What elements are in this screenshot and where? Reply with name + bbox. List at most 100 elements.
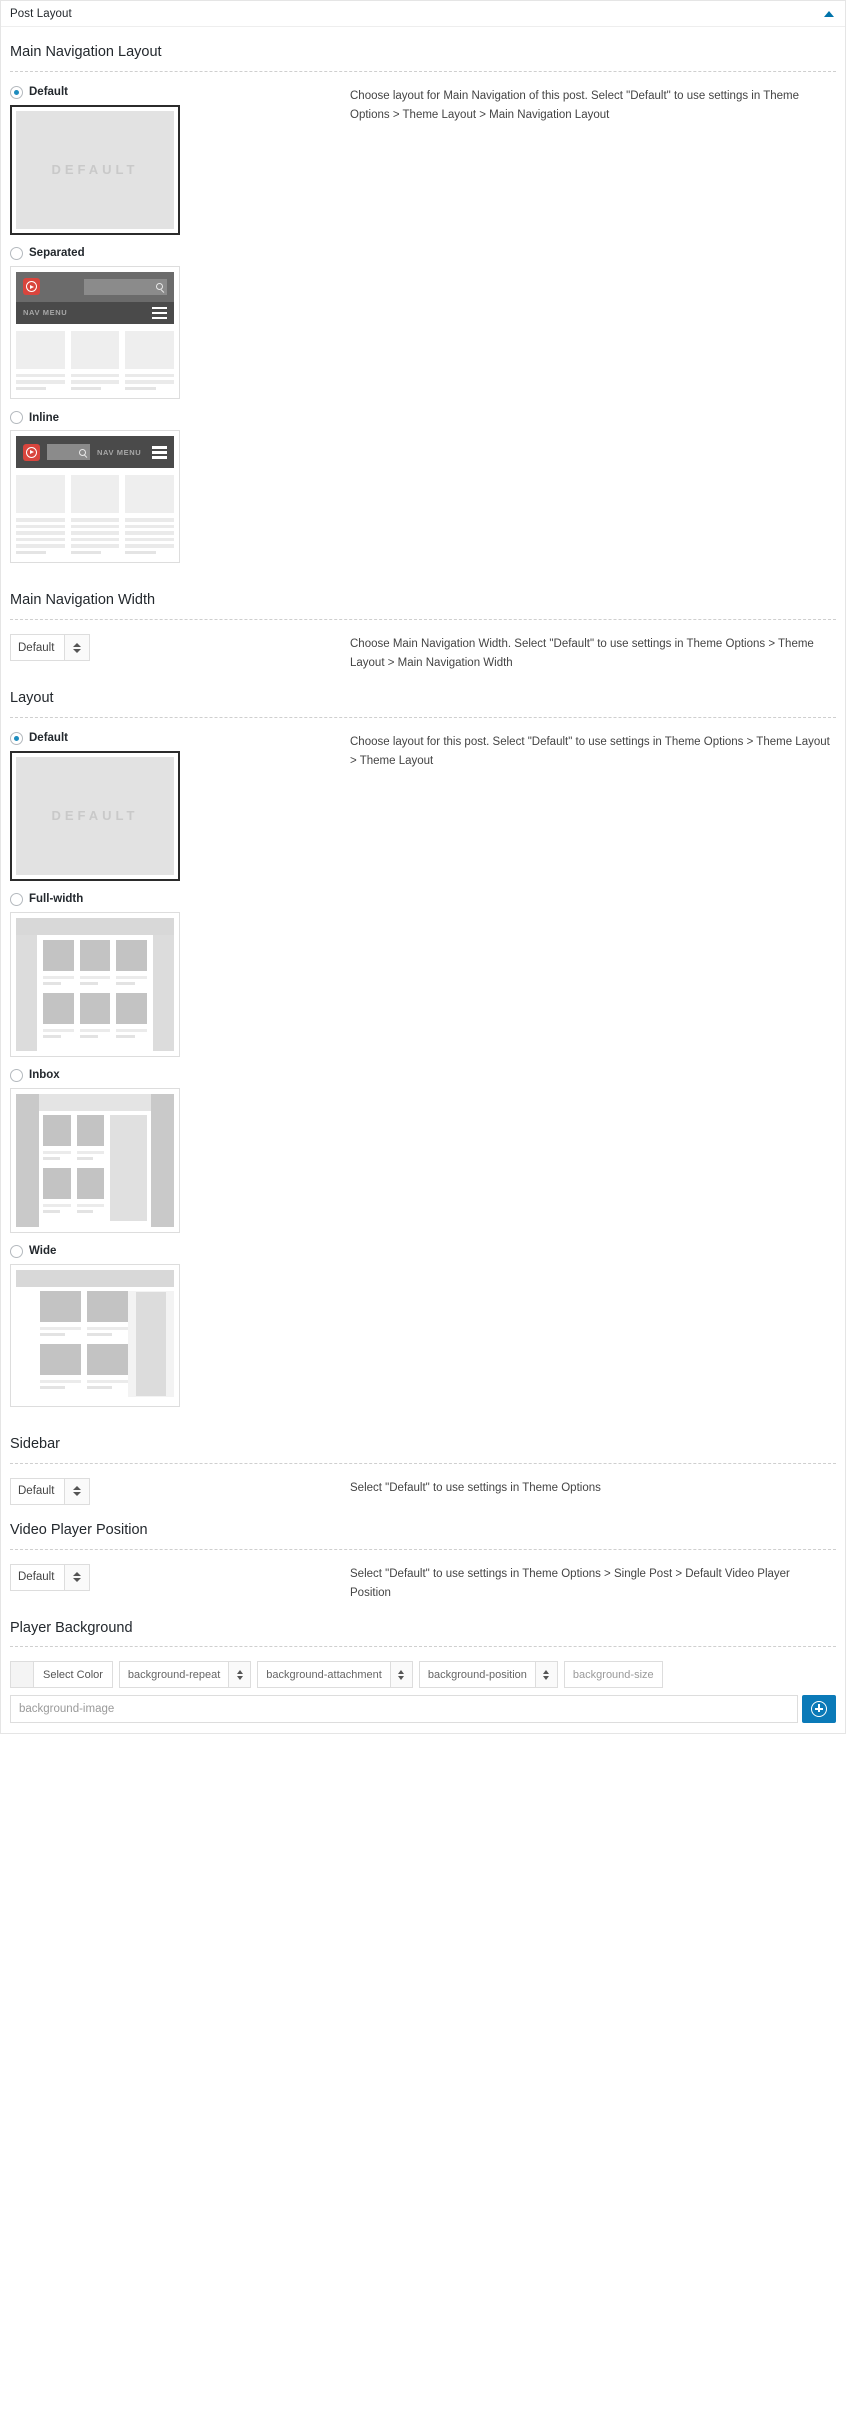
- radio-label-main-nav-default[interactable]: Default: [10, 85, 350, 99]
- option-label: Separated: [29, 247, 85, 260]
- description-video-player-position: Select "Default" to use settings in Them…: [350, 1567, 790, 1599]
- radio-layout-default[interactable]: [10, 731, 23, 745]
- divider: [10, 716, 836, 718]
- radio-label-main-nav-inline[interactable]: Inline: [10, 411, 350, 425]
- background-image-row: background-image: [10, 1695, 836, 1724]
- select-value: Default: [18, 1485, 55, 1498]
- select-arrows-icon[interactable]: [228, 1662, 251, 1688]
- section-title-video-player-position: Video Player Position: [10, 1521, 148, 1538]
- option-label: Inline: [29, 411, 60, 424]
- background-position-value: background-position: [427, 1668, 527, 1681]
- background-attachment-select[interactable]: background-attachment: [257, 1661, 413, 1689]
- section-main-navigation-width: Main Navigation Width Default Choose Mai…: [10, 575, 836, 673]
- thumbnail-layout-fullwidth[interactable]: [10, 911, 180, 1057]
- default-placeholder-preview: DEFAULT: [16, 756, 174, 875]
- radio-layout-fullwidth[interactable]: [10, 892, 23, 906]
- select-arrows-icon[interactable]: [534, 1662, 557, 1688]
- thumbnail-layout-default[interactable]: DEFAULT: [10, 750, 180, 881]
- radio-label-main-nav-separated[interactable]: Separated: [10, 246, 350, 260]
- option-label: Full-width: [29, 893, 84, 906]
- default-placeholder-preview: DEFAULT: [16, 110, 174, 229]
- nav-preview-cards: [16, 324, 174, 394]
- nav-preview-inline-bar: NAV MENU: [16, 436, 174, 469]
- section-title-main-nav-layout: Main Navigation Layout: [10, 44, 162, 60]
- thumbnail-main-nav-separated[interactable]: NAV MENU: [10, 265, 180, 400]
- search-icon: [84, 278, 167, 295]
- color-swatch[interactable]: [11, 1662, 34, 1688]
- main-nav-layout-options: Default DEFAULT Separated NAV MENU Inlin…: [10, 85, 350, 576]
- option-label: Default: [29, 732, 68, 745]
- sidebar-select[interactable]: Default: [10, 1477, 90, 1505]
- section-title-sidebar: Sidebar: [10, 1435, 60, 1452]
- metabox-header[interactable]: Post Layout: [1, 1, 845, 27]
- option-main-nav-separated[interactable]: Separated NAV MENU: [10, 246, 350, 400]
- thumbnail-main-nav-default[interactable]: DEFAULT: [10, 104, 180, 235]
- post-layout-metabox: Post Layout Main Navigation Layout Defau…: [0, 0, 846, 1735]
- radio-label-layout-fullwidth[interactable]: Full-width: [10, 892, 350, 906]
- select-arrows-icon[interactable]: [389, 1662, 412, 1688]
- play-logo-icon: [23, 443, 40, 461]
- background-position-select[interactable]: background-position: [418, 1661, 558, 1689]
- background-attachment-value: background-attachment: [266, 1668, 382, 1681]
- option-main-nav-inline[interactable]: Inline NAV MENU: [10, 411, 350, 564]
- option-layout-default[interactable]: Default DEFAULT: [10, 731, 350, 881]
- divider: [10, 619, 836, 621]
- layout-options: Default DEFAULT Full-width Inbox Wide: [10, 731, 350, 1419]
- description-sidebar: Select "Default" to use settings in Them…: [350, 1481, 601, 1494]
- page-title: Post Layout: [10, 7, 72, 20]
- select-arrows-icon[interactable]: [64, 1564, 89, 1590]
- hamburger-icon: [152, 446, 167, 459]
- option-main-nav-default[interactable]: Default DEFAULT: [10, 85, 350, 235]
- option-layout-wide[interactable]: Wide: [10, 1244, 350, 1407]
- select-arrows-icon[interactable]: [64, 635, 89, 661]
- metabox-body: Main Navigation Layout Default DEFAULT S…: [1, 27, 845, 1733]
- radio-label-layout-inbox[interactable]: Inbox: [10, 1068, 350, 1082]
- background-repeat-value: background-repeat: [127, 1668, 221, 1681]
- caret-up-icon[interactable]: [822, 7, 836, 21]
- radio-main-nav-inline[interactable]: [10, 411, 23, 425]
- select-arrows-icon[interactable]: [64, 1478, 89, 1504]
- thumbnail-main-nav-inline[interactable]: NAV MENU: [10, 430, 180, 564]
- radio-layout-inbox[interactable]: [10, 1068, 23, 1082]
- section-title-main-nav-width: Main Navigation Width: [10, 592, 156, 609]
- option-label: Default: [29, 86, 68, 99]
- radio-label-layout-default[interactable]: Default: [10, 731, 350, 745]
- nav-menu-label: NAV MENU: [97, 447, 142, 457]
- section-video-player-position: Video Player Position Default Select "De…: [10, 1505, 836, 1603]
- radio-label-layout-wide[interactable]: Wide: [10, 1244, 350, 1258]
- hamburger-icon: [152, 306, 167, 320]
- description-layout: Choose layout for this post. Select "Def…: [350, 735, 830, 767]
- radio-main-nav-separated[interactable]: [10, 246, 23, 260]
- divider: [10, 70, 836, 72]
- option-layout-fullwidth[interactable]: Full-width: [10, 892, 350, 1057]
- option-label: Wide: [29, 1245, 57, 1258]
- section-player-background: Player Background Select Color backgroun…: [10, 1603, 836, 1724]
- background-image-input[interactable]: background-image: [10, 1695, 798, 1724]
- nav-preview-cards: [16, 468, 174, 557]
- select-color-button[interactable]: Select Color: [10, 1661, 113, 1689]
- section-title-layout: Layout: [10, 690, 54, 707]
- background-repeat-select[interactable]: background-repeat: [118, 1661, 252, 1689]
- select-value: Default: [18, 641, 55, 654]
- thumbnail-layout-inbox[interactable]: [10, 1087, 180, 1233]
- placeholder-text: DEFAULT: [51, 808, 139, 824]
- divider: [10, 1548, 836, 1550]
- nav-menu-label: NAV MENU: [23, 308, 68, 318]
- thumbnail-layout-wide[interactable]: [10, 1263, 180, 1407]
- radio-layout-wide[interactable]: [10, 1244, 23, 1258]
- description-main-nav-layout: Choose layout for Main Navigation of thi…: [350, 89, 800, 121]
- search-icon: [47, 444, 90, 461]
- main-nav-width-select[interactable]: Default: [10, 634, 90, 662]
- nav-preview-topbar: [16, 271, 174, 302]
- plus-circle-icon[interactable]: [802, 1695, 836, 1724]
- placeholder-text: DEFAULT: [51, 162, 139, 178]
- select-color-label: Select Color: [43, 1668, 103, 1681]
- section-layout: Layout Default DEFAULT Full-width Inbox …: [10, 673, 836, 1419]
- video-player-position-select[interactable]: Default: [10, 1563, 90, 1591]
- background-controls-row: Select Color background-repeat backgroun…: [10, 1661, 836, 1689]
- select-value: Default: [18, 1571, 55, 1584]
- radio-main-nav-default[interactable]: [10, 85, 23, 99]
- background-size-input[interactable]: background-size: [563, 1661, 663, 1689]
- nav-preview-menubar: NAV MENU: [16, 301, 174, 324]
- option-layout-inbox[interactable]: Inbox: [10, 1068, 350, 1233]
